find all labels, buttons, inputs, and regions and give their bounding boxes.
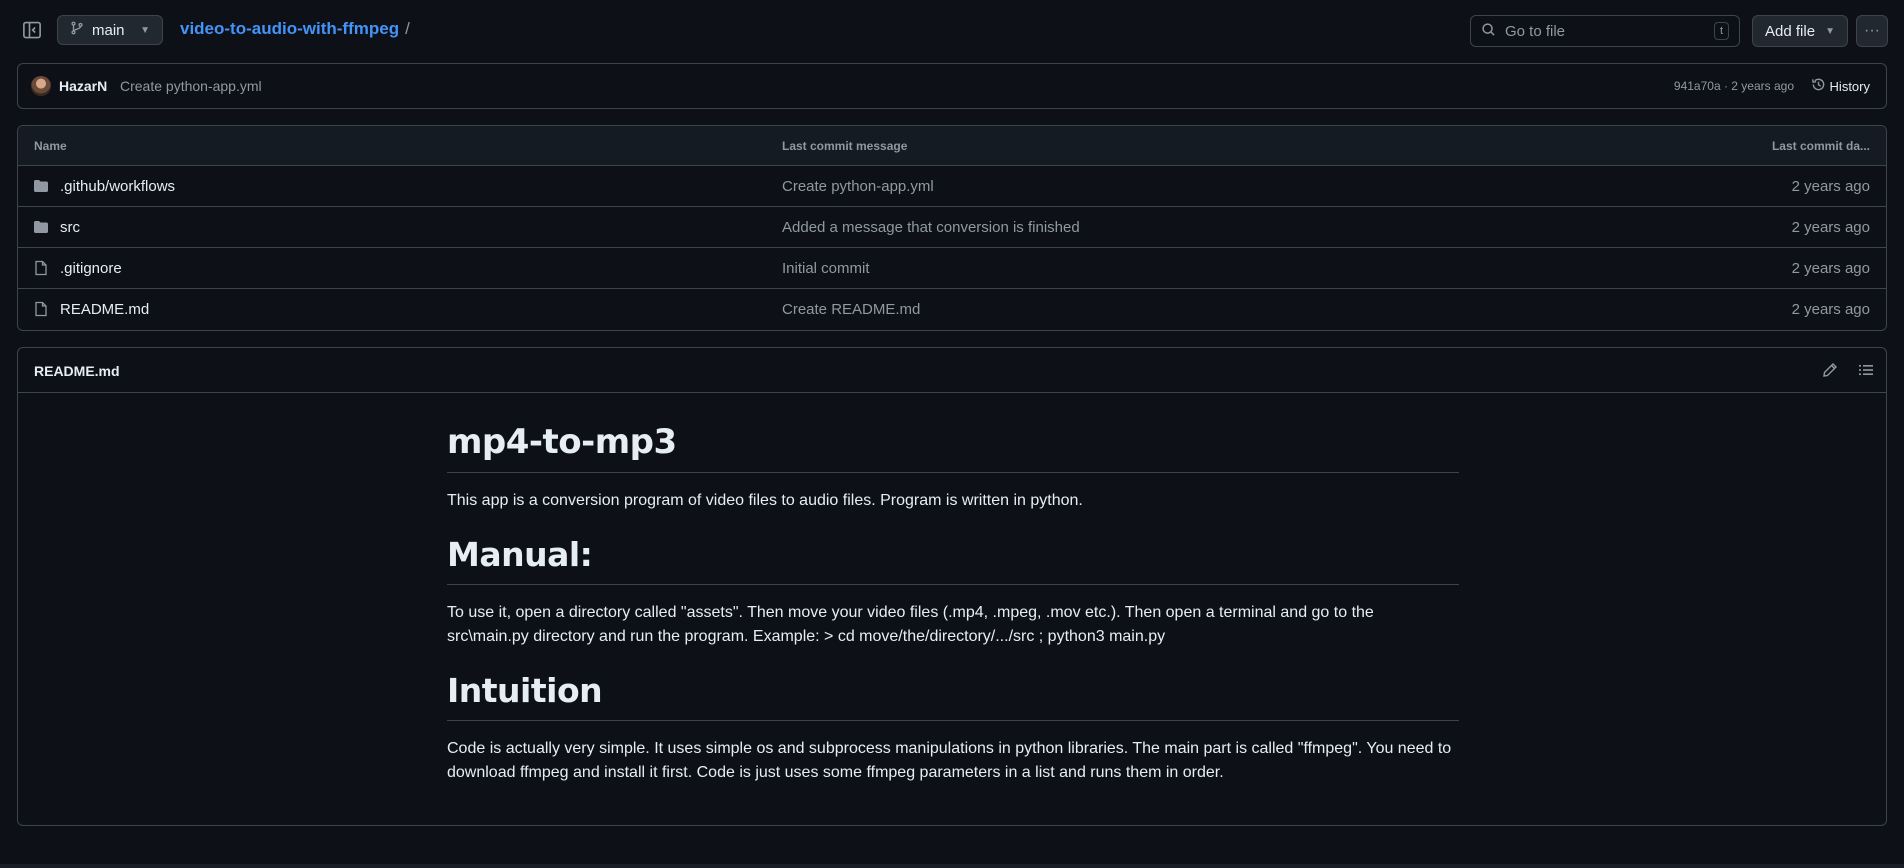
chevron-down-icon: ▼ bbox=[1825, 25, 1835, 37]
top-bar: main ▼ video-to-audio-with-ffmpeg / Go to… bbox=[0, 0, 1904, 62]
table-row[interactable]: .gitignore Initial commit 2 years ago bbox=[18, 248, 1886, 289]
search-icon bbox=[1481, 22, 1496, 41]
readme-manual-paragraph: To use it, open a directory called "asse… bbox=[447, 604, 1374, 645]
file-commit-message[interactable]: Initial commit bbox=[782, 260, 870, 277]
table-row[interactable]: README.md Create README.md 2 years ago bbox=[18, 289, 1886, 330]
readme-header: README.md bbox=[18, 348, 1886, 393]
kebab-horizontal-icon: ··· bbox=[1864, 22, 1880, 39]
table-row[interactable]: .github/workflows Create python-app.yml … bbox=[18, 166, 1886, 207]
git-branch-icon bbox=[70, 21, 84, 39]
table-row[interactable]: src Added a message that conversion is f… bbox=[18, 207, 1886, 248]
folder-icon bbox=[33, 178, 49, 194]
avatar[interactable] bbox=[31, 76, 51, 96]
history-icon bbox=[1811, 77, 1826, 95]
table-header: Name Last commit message Last commit da.… bbox=[18, 126, 1886, 166]
go-to-file-search[interactable]: Go to file t bbox=[1470, 15, 1740, 47]
bottom-strip bbox=[0, 864, 1904, 868]
file-commit-date: 2 years ago bbox=[1791, 178, 1870, 195]
file-commit-date: 2 years ago bbox=[1791, 260, 1870, 277]
file-icon bbox=[33, 260, 49, 276]
chevron-down-icon: ▼ bbox=[140, 24, 150, 36]
readme-heading-manual: Manual: bbox=[447, 535, 1459, 585]
file-commit-date: 2 years ago bbox=[1791, 301, 1870, 318]
file-name[interactable]: .gitignore bbox=[60, 260, 122, 277]
header-last-commit-message: Last commit message bbox=[782, 139, 908, 153]
file-commit-message[interactable]: Added a message that conversion is finis… bbox=[782, 219, 1080, 236]
commit-hash-time[interactable]: 941a70a · 2 years ago bbox=[1674, 79, 1794, 93]
file-commit-message[interactable]: Create python-app.yml bbox=[782, 178, 934, 195]
list-unordered-icon[interactable] bbox=[1858, 362, 1874, 378]
commit-message[interactable]: Create python-app.yml bbox=[120, 78, 262, 94]
latest-commit-bar: HazarN Create python-app.yml 941a70a · 2… bbox=[17, 63, 1887, 109]
search-placeholder: Go to file bbox=[1505, 22, 1566, 40]
history-label: History bbox=[1829, 78, 1870, 94]
branch-selector-button[interactable]: main ▼ bbox=[57, 15, 163, 45]
search-shortcut-key: t bbox=[1713, 22, 1729, 40]
readme-intro-paragraph: This app is a conversion program of vide… bbox=[447, 492, 1083, 509]
pencil-icon[interactable] bbox=[1822, 362, 1838, 378]
breadcrumb: video-to-audio-with-ffmpeg / bbox=[180, 19, 410, 39]
file-name[interactable]: src bbox=[60, 219, 80, 236]
file-table: Name Last commit message Last commit da.… bbox=[17, 125, 1887, 331]
readme-intuition-paragraph: Code is actually very simple. It uses si… bbox=[447, 740, 1452, 781]
header-name: Name bbox=[34, 139, 67, 153]
folder-icon bbox=[33, 219, 49, 235]
breadcrumb-separator: / bbox=[405, 19, 410, 38]
file-name[interactable]: README.md bbox=[60, 301, 149, 318]
file-commit-date: 2 years ago bbox=[1791, 219, 1870, 236]
header-last-commit-date: Last commit da... bbox=[1771, 139, 1870, 153]
history-button[interactable]: History bbox=[1811, 77, 1870, 95]
readme-content: mp4-to-mp3 This app is a conversion prog… bbox=[447, 422, 1459, 807]
add-file-button[interactable]: Add file ▼ bbox=[1752, 15, 1848, 47]
file-commit-message[interactable]: Create README.md bbox=[782, 301, 920, 318]
readme-title[interactable]: README.md bbox=[34, 363, 120, 379]
readme-heading-title: mp4-to-mp3 bbox=[447, 422, 1459, 473]
file-icon bbox=[33, 301, 49, 317]
more-options-button[interactable]: ··· bbox=[1856, 15, 1888, 47]
branch-name: main bbox=[92, 21, 125, 39]
repo-link[interactable]: video-to-audio-with-ffmpeg bbox=[180, 19, 399, 38]
commit-author[interactable]: HazarN bbox=[59, 78, 107, 94]
file-name[interactable]: .github/workflows bbox=[60, 178, 175, 195]
sidebar-collapse-icon[interactable] bbox=[22, 20, 42, 40]
add-file-label: Add file bbox=[1765, 22, 1816, 40]
readme-panel: README.md mp4-to-mp3 This app is a conve… bbox=[17, 347, 1887, 826]
readme-heading-intuition: Intuition bbox=[447, 671, 1459, 721]
